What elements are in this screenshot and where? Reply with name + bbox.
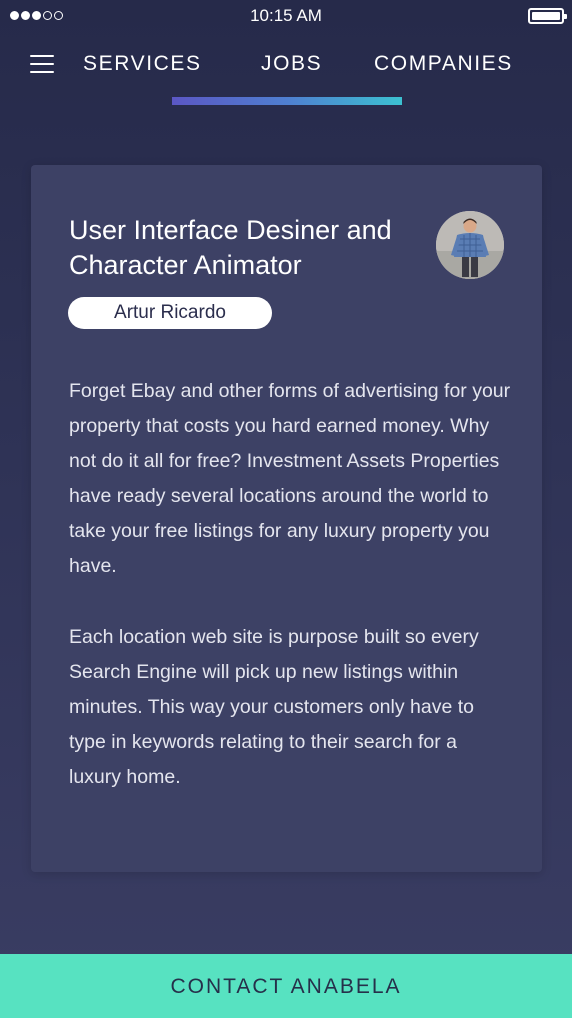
job-card: User Interface Desiner and Character Ani… xyxy=(31,165,542,872)
job-description-paragraph: Each location web site is purpose built … xyxy=(69,626,479,788)
top-nav: SERVICES JOBS COMPANIES xyxy=(0,48,572,88)
tab-companies[interactable]: COMPANIES xyxy=(374,52,513,76)
active-tab-indicator xyxy=(172,97,402,105)
job-description-paragraph: Forget Ebay and other forms of advertisi… xyxy=(69,380,511,577)
battery-level xyxy=(532,12,560,20)
status-time: 10:15 AM xyxy=(250,6,322,25)
job-title: User Interface Desiner and Character Ani… xyxy=(69,215,392,280)
user-avatar-icon[interactable] xyxy=(436,211,504,279)
tab-services[interactable]: SERVICES xyxy=(83,52,202,76)
status-bar: 10:15 AM xyxy=(0,0,572,32)
hamburger-icon[interactable] xyxy=(30,55,54,73)
battery-icon xyxy=(528,8,567,24)
author-name-badge[interactable]: Artur Ricardo xyxy=(68,297,272,329)
tab-jobs[interactable]: JOBS xyxy=(261,52,322,76)
contact-button[interactable]: CONTACT ANABELA xyxy=(0,954,572,1018)
